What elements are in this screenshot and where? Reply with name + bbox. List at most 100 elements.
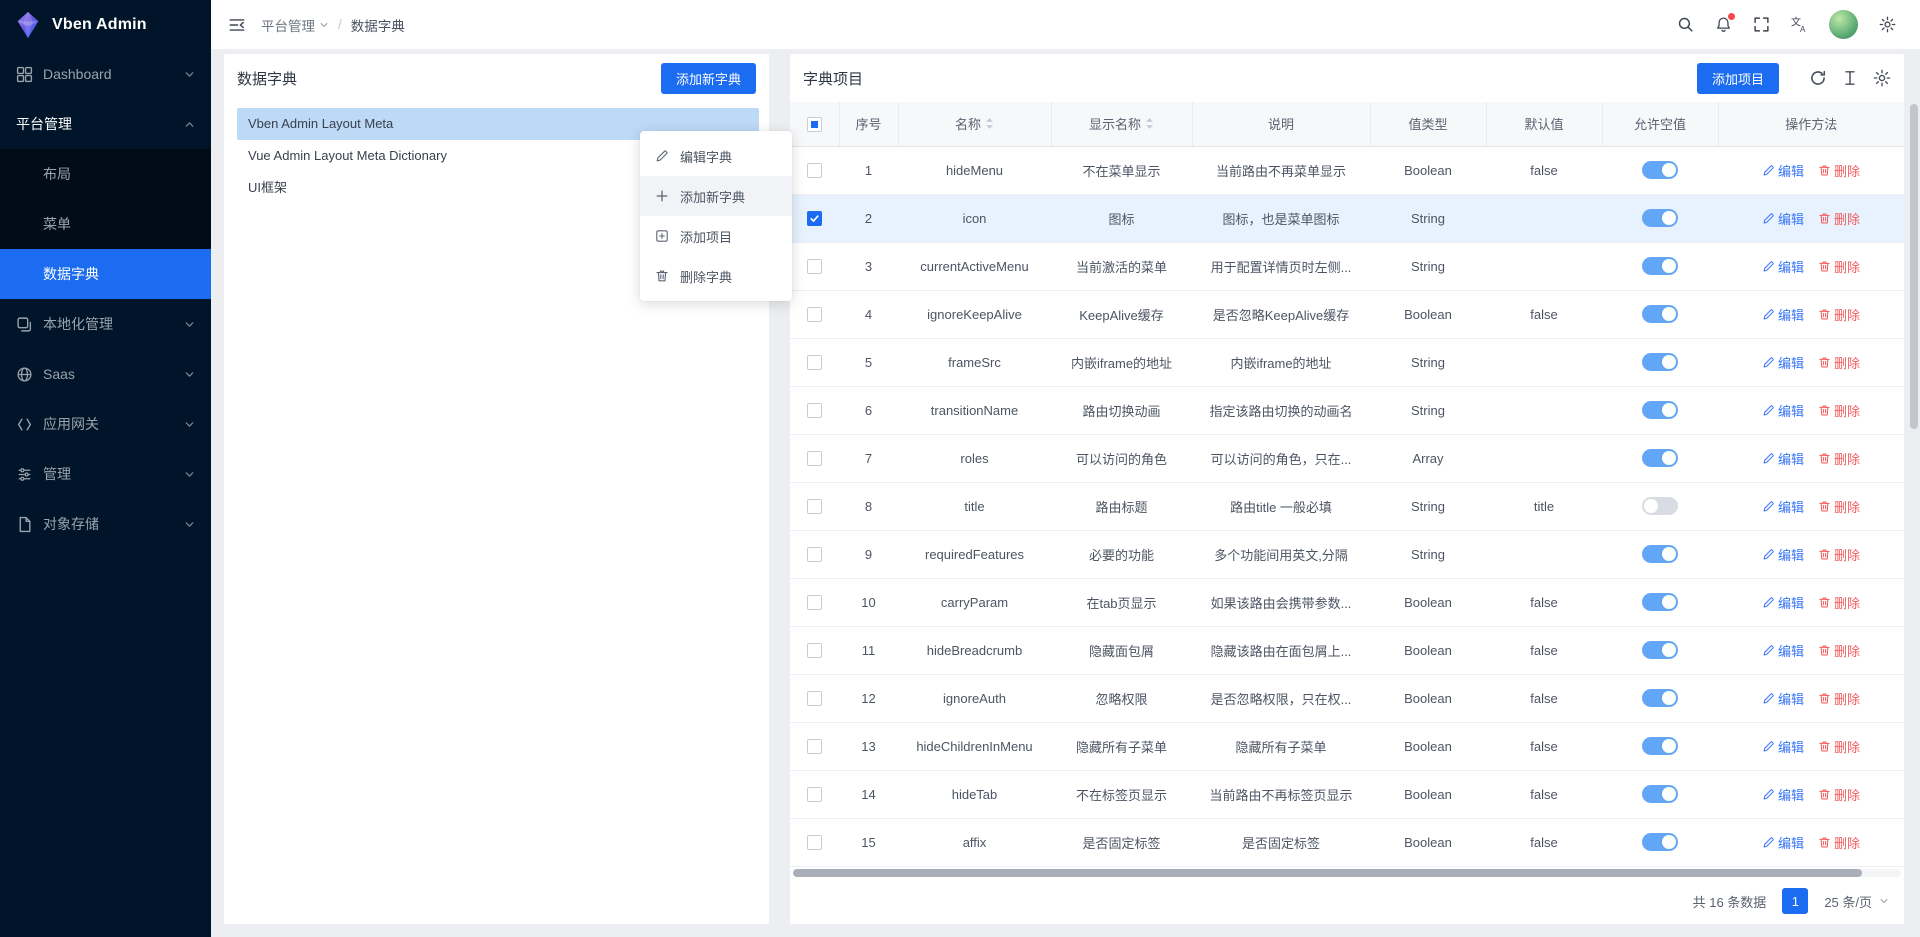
delete-button[interactable]: 删除 [1818,209,1860,228]
row-checkbox[interactable] [807,547,822,562]
row-checkbox[interactable] [807,451,822,466]
row-checkbox[interactable] [807,211,822,226]
edit-button[interactable]: 编辑 [1762,737,1804,756]
search-icon[interactable] [1677,16,1694,33]
context-menu-item[interactable]: 添加项目 [640,216,792,256]
add-item-button[interactable]: 添加项目 [1697,63,1779,94]
allow-null-toggle[interactable] [1642,209,1678,227]
edit-button[interactable]: 编辑 [1762,257,1804,276]
edit-button[interactable]: 编辑 [1762,161,1804,180]
delete-button[interactable]: 删除 [1818,257,1860,276]
row-checkbox[interactable] [807,163,822,178]
delete-button[interactable]: 删除 [1818,689,1860,708]
delete-button[interactable]: 删除 [1818,449,1860,468]
sidebar-item-saas[interactable]: Saas [0,349,211,399]
row-checkbox[interactable] [807,787,822,802]
row-checkbox[interactable] [807,691,822,706]
sidebar-item-dashboard[interactable]: Dashboard [0,49,211,99]
edit-button[interactable]: 编辑 [1762,593,1804,612]
sidebar-item-storage[interactable]: 对象存储 [0,499,211,549]
vertical-scrollbar[interactable] [1910,49,1918,937]
row-checkbox[interactable] [807,643,822,658]
allow-null-toggle[interactable] [1642,353,1678,371]
allow-null-toggle[interactable] [1642,689,1678,707]
sort-icons[interactable] [1145,117,1154,130]
delete-button[interactable]: 删除 [1818,641,1860,660]
horizontal-scrollbar-thumb[interactable] [793,869,1862,877]
settings-icon[interactable] [1879,16,1896,33]
sidebar-item-localization[interactable]: 本地化管理 [0,299,211,349]
horizontal-scrollbar[interactable] [793,869,1901,877]
sidebar-item-management[interactable]: 管理 [0,449,211,499]
delete-button[interactable]: 删除 [1818,545,1860,564]
allow-null-toggle[interactable] [1642,545,1678,563]
table-head-row: 序号名称显示名称说明值类型默认值允许空值操作方法 [790,102,1904,146]
delete-button[interactable]: 删除 [1818,833,1860,852]
row-checkbox[interactable] [807,403,822,418]
allow-null-toggle[interactable] [1642,161,1678,179]
edit-button[interactable]: 编辑 [1762,305,1804,324]
sidebar-subitem-dict[interactable]: 数据字典 [0,249,211,299]
edit-button[interactable]: 编辑 [1762,641,1804,660]
context-menu-item[interactable]: 添加新字典 [640,176,792,216]
sidebar-subitem-menu[interactable]: 菜单 [0,199,211,249]
allow-null-toggle[interactable] [1642,257,1678,275]
allow-null-toggle[interactable] [1642,785,1678,803]
row-checkbox[interactable] [807,259,822,274]
allow-null-toggle[interactable] [1642,593,1678,611]
allow-null-toggle[interactable] [1642,833,1678,851]
app-logo[interactable]: Vben Admin [0,0,211,49]
fullscreen-icon[interactable] [1753,16,1770,33]
delete-button[interactable]: 删除 [1818,353,1860,372]
row-checkbox[interactable] [807,499,822,514]
allow-null-toggle[interactable] [1642,497,1678,515]
allow-null-toggle[interactable] [1642,401,1678,419]
delete-button[interactable]: 删除 [1818,785,1860,804]
row-height-icon[interactable] [1841,69,1859,87]
delete-button[interactable]: 删除 [1818,737,1860,756]
column-header[interactable]: 显示名称 [1051,102,1192,146]
row-checkbox[interactable] [807,739,822,754]
add-dict-button[interactable]: 添加新字典 [661,63,756,94]
delete-button[interactable]: 删除 [1818,305,1860,324]
row-checkbox[interactable] [807,835,822,850]
bell-icon[interactable] [1715,16,1732,33]
column-header[interactable]: 名称 [898,102,1051,146]
page-size-select[interactable]: 25 条/页 [1824,892,1889,911]
edit-button[interactable]: 编辑 [1762,785,1804,804]
vertical-scrollbar-thumb[interactable] [1910,104,1918,429]
table-settings-icon[interactable] [1873,69,1891,87]
delete-button[interactable]: 删除 [1818,161,1860,180]
context-menu-item[interactable]: 编辑字典 [640,136,792,176]
allow-null-toggle[interactable] [1642,737,1678,755]
sort-icons[interactable] [985,117,994,130]
refresh-icon[interactable] [1809,69,1827,87]
row-checkbox[interactable] [807,595,822,610]
breadcrumb-item-platform[interactable]: 平台管理 [261,15,329,35]
edit-button[interactable]: 编辑 [1762,545,1804,564]
page-1-button[interactable]: 1 [1782,888,1808,914]
select-all-checkbox[interactable] [807,117,822,132]
edit-button[interactable]: 编辑 [1762,209,1804,228]
edit-button[interactable]: 编辑 [1762,689,1804,708]
row-checkbox[interactable] [807,355,822,370]
menu-fold-icon[interactable] [228,16,246,34]
row-checkbox[interactable] [807,307,822,322]
allow-null-toggle[interactable] [1642,305,1678,323]
sidebar-item-platform[interactable]: 平台管理 [0,99,211,149]
sidebar-subitem-layout[interactable]: 布局 [0,149,211,199]
allow-null-toggle[interactable] [1642,449,1678,467]
allow-null-toggle[interactable] [1642,641,1678,659]
translate-icon[interactable]: 文A [1791,16,1808,33]
delete-button[interactable]: 删除 [1818,401,1860,420]
edit-button[interactable]: 编辑 [1762,833,1804,852]
edit-button[interactable]: 编辑 [1762,353,1804,372]
sidebar-item-gateway[interactable]: 应用网关 [0,399,211,449]
context-menu-item[interactable]: 删除字典 [640,256,792,296]
user-avatar[interactable] [1829,10,1858,39]
edit-button[interactable]: 编辑 [1762,449,1804,468]
edit-button[interactable]: 编辑 [1762,497,1804,516]
edit-button[interactable]: 编辑 [1762,401,1804,420]
delete-button[interactable]: 删除 [1818,497,1860,516]
delete-button[interactable]: 删除 [1818,593,1860,612]
